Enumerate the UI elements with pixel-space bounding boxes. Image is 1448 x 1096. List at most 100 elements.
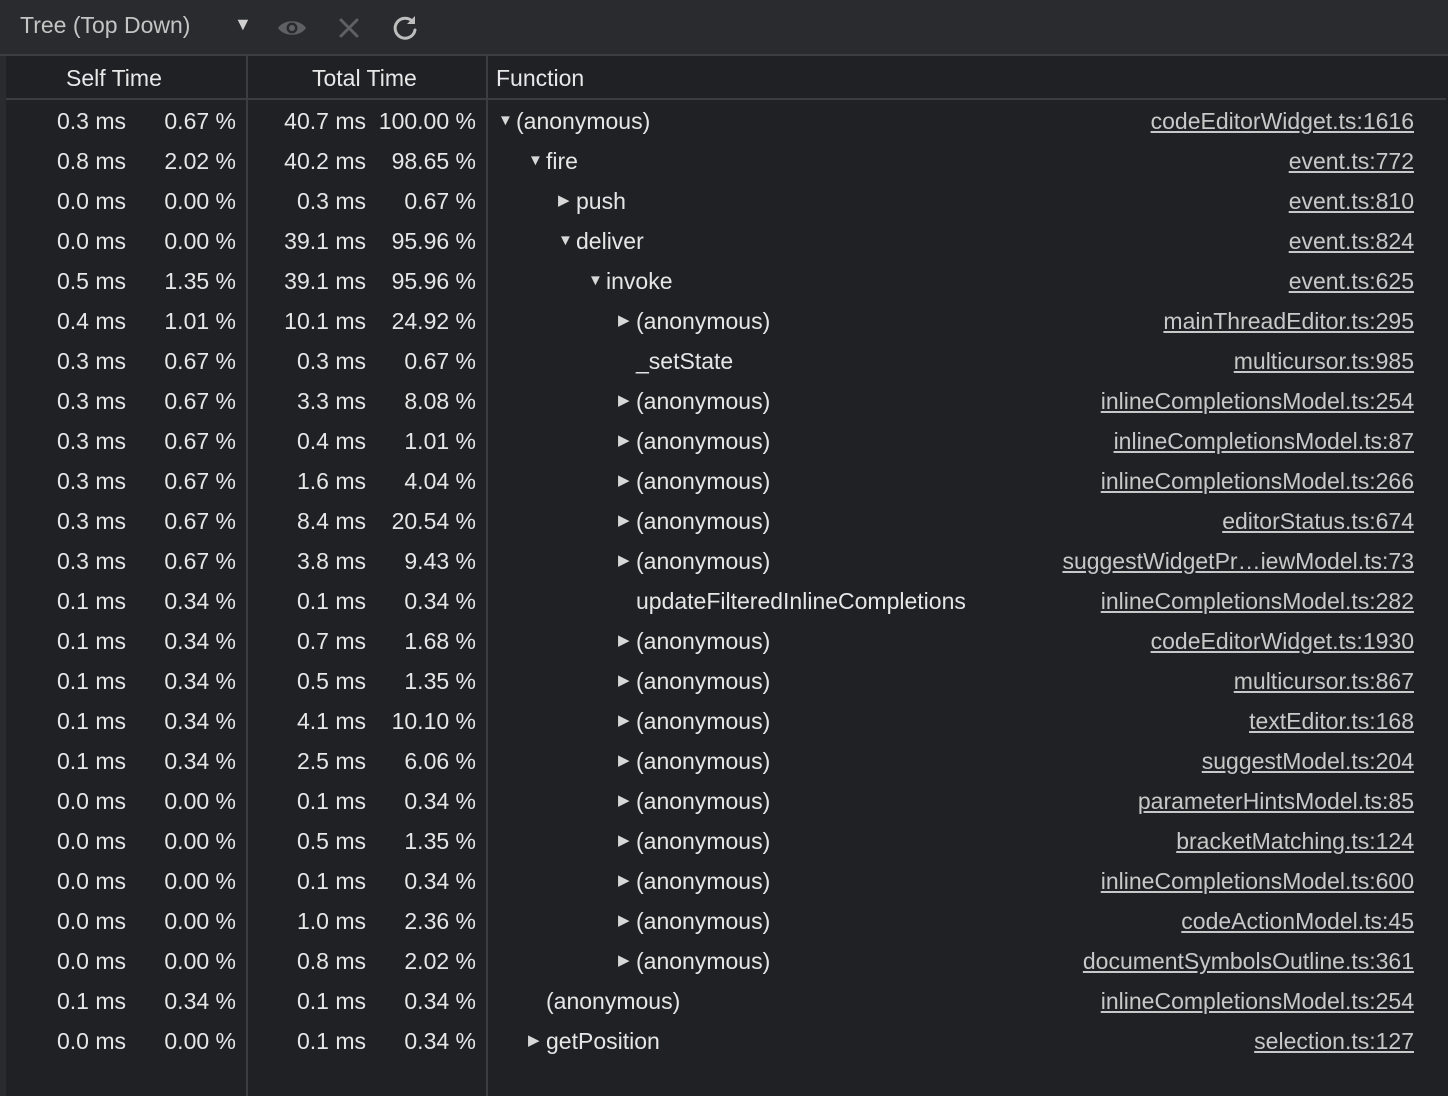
- collapsed-triangle-icon[interactable]: ▶: [618, 541, 636, 581]
- source-link[interactable]: inlineCompletionsModel.ts:254: [1101, 981, 1414, 1021]
- header-total-time[interactable]: Total Time: [312, 56, 417, 98]
- table-row[interactable]: 0.3 ms 0.67 % 3.3 ms 8.08 % ▶ (anonymous) inli…: [0, 381, 1448, 421]
- total-time-percent: 2.36 %: [404, 908, 476, 934]
- source-link[interactable]: codeActionModel.ts:45: [1181, 901, 1414, 941]
- collapsed-triangle-icon[interactable]: ▶: [618, 501, 636, 541]
- source-link[interactable]: codeEditorWidget.ts:1930: [1151, 621, 1414, 661]
- source-link[interactable]: bracketMatching.ts:124: [1176, 821, 1414, 861]
- source-link[interactable]: codeEditorWidget.ts:1616: [1151, 101, 1414, 141]
- expanded-triangle-icon[interactable]: ▼: [588, 261, 606, 301]
- total-time-percent: 0.34 %: [404, 868, 476, 894]
- table-row[interactable]: 0.0 ms 0.00 % 0.5 ms 1.35 % ▶ (anonymous) brac…: [0, 821, 1448, 861]
- source-link[interactable]: inlineCompletionsModel.ts:282: [1101, 581, 1414, 621]
- source-link[interactable]: multicursor.ts:985: [1234, 341, 1414, 381]
- table-row[interactable]: 0.1 ms 0.34 % 0.5 ms 1.35 % ▶ (anonymous) mult…: [0, 661, 1448, 701]
- table-row[interactable]: 0.1 ms 0.34 % 0.1 ms 0.34 % updateFilteredIn…: [0, 581, 1448, 621]
- table-row[interactable]: 0.3 ms 0.67 % 3.8 ms 9.43 % ▶ (anonymous) sugg…: [0, 541, 1448, 581]
- total-time-value: 0.1 ms: [296, 788, 366, 814]
- function-cell: ▶ (anonymous): [618, 661, 770, 701]
- source-link[interactable]: editorStatus.ts:674: [1222, 501, 1414, 541]
- table-row[interactable]: 0.0 ms 0.00 % 39.1 ms 95.96 % ▼ deliver event.…: [0, 221, 1448, 261]
- self-time-value: 0.0 ms: [56, 948, 126, 974]
- table-row[interactable]: 0.1 ms 0.34 % 2.5 ms 6.06 % ▶ (anonymous) sugg…: [0, 741, 1448, 781]
- collapsed-triangle-icon[interactable]: ▶: [618, 941, 636, 981]
- source-link[interactable]: event.ts:625: [1289, 261, 1414, 301]
- table-row[interactable]: 0.3 ms 0.67 % 40.7 ms 100.00 % ▼ (anonymous) c…: [0, 101, 1448, 141]
- source-link[interactable]: mainThreadEditor.ts:295: [1163, 301, 1414, 341]
- table-row[interactable]: 0.0 ms 0.00 % 0.1 ms 0.34 % ▶ (anonymous) inli…: [0, 861, 1448, 901]
- collapsed-triangle-icon[interactable]: ▶: [618, 621, 636, 661]
- table-row[interactable]: 0.1 ms 0.34 % 4.1 ms 10.10 % ▶ (anonymous) tex…: [0, 701, 1448, 741]
- table-row[interactable]: 0.0 ms 0.00 % 0.3 ms 0.67 % ▶ push event.ts:81…: [0, 181, 1448, 221]
- table-row[interactable]: 0.4 ms 1.01 % 10.1 ms 24.92 % ▶ (anonymous) ma…: [0, 301, 1448, 341]
- table-row[interactable]: 0.3 ms 0.67 % 1.6 ms 4.04 % ▶ (anonymous) inli…: [0, 461, 1448, 501]
- table-row[interactable]: 0.3 ms 0.67 % 0.3 ms 0.67 % _setState multicu…: [0, 341, 1448, 381]
- function-name: (anonymous): [516, 108, 651, 134]
- total-time-value: 0.5 ms: [296, 668, 366, 694]
- total-time-percent: 9.43 %: [404, 548, 476, 574]
- collapsed-triangle-icon[interactable]: ▶: [618, 701, 636, 741]
- table-row[interactable]: 0.3 ms 0.67 % 0.4 ms 1.01 % ▶ (anonymous) inli…: [0, 421, 1448, 461]
- eye-icon[interactable]: [276, 12, 308, 44]
- self-time-value: 0.0 ms: [56, 868, 126, 894]
- collapsed-triangle-icon[interactable]: ▶: [618, 661, 636, 701]
- source-link[interactable]: event.ts:772: [1289, 141, 1414, 181]
- table-row[interactable]: 0.3 ms 0.67 % 8.4 ms 20.54 % ▶ (anonymous) edi…: [0, 501, 1448, 541]
- function-name: (anonymous): [636, 548, 771, 574]
- total-time-percent: 1.35 %: [404, 668, 476, 694]
- collapsed-triangle-icon[interactable]: ▶: [618, 381, 636, 421]
- source-link[interactable]: selection.ts:127: [1254, 1021, 1414, 1061]
- collapsed-triangle-icon[interactable]: ▶: [558, 181, 576, 221]
- expanded-triangle-icon[interactable]: ▼: [528, 141, 546, 181]
- table-row[interactable]: 0.5 ms 1.35 % 39.1 ms 95.96 % ▼ invoke event.t…: [0, 261, 1448, 301]
- collapsed-triangle-icon[interactable]: ▶: [528, 1021, 546, 1061]
- collapsed-triangle-icon[interactable]: ▶: [618, 301, 636, 341]
- view-mode-select[interactable]: Tree (Top Down) ▼: [20, 12, 252, 39]
- function-name: (anonymous): [636, 748, 771, 774]
- self-time-percent: 1.01 %: [164, 308, 236, 334]
- source-link[interactable]: inlineCompletionsModel.ts:266: [1101, 461, 1414, 501]
- total-time-percent: 6.06 %: [404, 748, 476, 774]
- function-cell: ▼ fire: [528, 141, 578, 181]
- close-icon[interactable]: [333, 12, 365, 44]
- table-row[interactable]: 0.0 ms 0.00 % 1.0 ms 2.36 % ▶ (anonymous) code…: [0, 901, 1448, 941]
- total-time-value: 0.8 ms: [296, 948, 366, 974]
- source-link[interactable]: suggestModel.ts:204: [1202, 741, 1414, 781]
- total-time-percent: 0.67 %: [404, 348, 476, 374]
- header-function[interactable]: Function: [496, 56, 584, 98]
- total-time-value: 0.1 ms: [296, 1028, 366, 1054]
- table-row[interactable]: 0.8 ms 2.02 % 40.2 ms 98.65 % ▼ fire event.ts:…: [0, 141, 1448, 181]
- source-link[interactable]: inlineCompletionsModel.ts:600: [1101, 861, 1414, 901]
- table-row[interactable]: 0.1 ms 0.34 % 0.7 ms 1.68 % ▶ (anonymous) code…: [0, 621, 1448, 661]
- total-time-value: 0.1 ms: [296, 868, 366, 894]
- collapsed-triangle-icon[interactable]: ▶: [618, 821, 636, 861]
- collapsed-triangle-icon[interactable]: ▶: [618, 861, 636, 901]
- source-link[interactable]: event.ts:824: [1289, 221, 1414, 261]
- table-row[interactable]: 0.0 ms 0.00 % 0.1 ms 0.34 % ▶ getPosition sele…: [0, 1021, 1448, 1061]
- expanded-triangle-icon[interactable]: ▼: [498, 101, 516, 141]
- source-link[interactable]: inlineCompletionsModel.ts:87: [1114, 421, 1414, 461]
- function-cell: ▼ invoke: [588, 261, 672, 301]
- source-link[interactable]: textEditor.ts:168: [1249, 701, 1414, 741]
- collapsed-triangle-icon[interactable]: ▶: [618, 741, 636, 781]
- table-row[interactable]: 0.0 ms 0.00 % 0.8 ms 2.02 % ▶ (anonymous) docu…: [0, 941, 1448, 981]
- table-row[interactable]: 0.1 ms 0.34 % 0.1 ms 0.34 % (anonymous) inlin…: [0, 981, 1448, 1021]
- header-self-time[interactable]: Self Time: [66, 56, 162, 98]
- self-time-percent: 0.67 %: [164, 508, 236, 534]
- source-link[interactable]: parameterHintsModel.ts:85: [1138, 781, 1414, 821]
- collapsed-triangle-icon[interactable]: ▶: [618, 461, 636, 501]
- table-row[interactable]: 0.0 ms 0.00 % 0.1 ms 0.34 % ▶ (anonymous) para…: [0, 781, 1448, 821]
- collapsed-triangle-icon[interactable]: ▶: [618, 421, 636, 461]
- collapsed-triangle-icon[interactable]: ▶: [618, 901, 636, 941]
- self-time-value: 0.3 ms: [56, 108, 126, 134]
- source-link[interactable]: suggestWidgetPr…iewModel.ts:73: [1062, 541, 1414, 581]
- self-time-value: 0.1 ms: [56, 748, 126, 774]
- source-link[interactable]: multicursor.ts:867: [1234, 661, 1414, 701]
- function-cell: ▶ (anonymous): [618, 301, 770, 341]
- source-link[interactable]: inlineCompletionsModel.ts:254: [1101, 381, 1414, 421]
- source-link[interactable]: event.ts:810: [1289, 181, 1414, 221]
- collapsed-triangle-icon[interactable]: ▶: [618, 781, 636, 821]
- reload-icon[interactable]: [389, 12, 421, 44]
- expanded-triangle-icon[interactable]: ▼: [558, 221, 576, 261]
- source-link[interactable]: documentSymbolsOutline.ts:361: [1083, 941, 1414, 981]
